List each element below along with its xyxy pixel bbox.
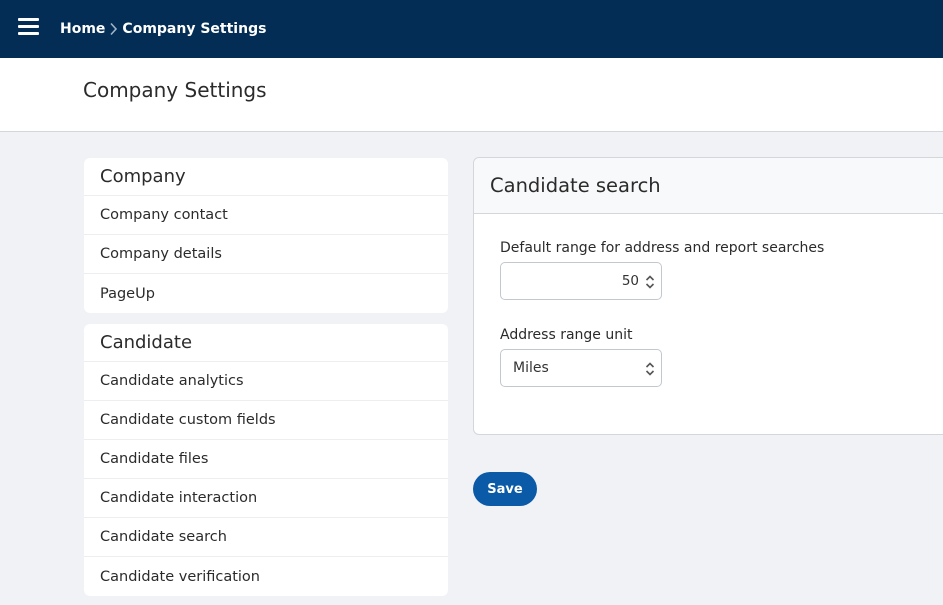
sidebar-item-candidate-interaction[interactable]: Candidate interaction [84,479,448,518]
sidebar-item-pageup[interactable]: PageUp [84,274,448,313]
default-range-label: Default range for address and report sea… [500,240,825,256]
save-button[interactable]: Save [473,472,537,506]
page-header: Company Settings [0,58,943,132]
default-range-value: 50 [621,273,639,289]
select-updown-icon [645,362,655,376]
sidebar-item-company-details[interactable]: Company details [84,235,448,274]
sidebar-heading: Candidate [84,324,448,362]
spinner-updown-icon[interactable] [645,274,655,290]
sidebar-item-candidate-search[interactable]: Candidate search [84,518,448,557]
range-unit-value: Miles [513,360,549,376]
sidebar-item-candidate-custom-fields[interactable]: Candidate custom fields [84,401,448,440]
candidate-search-panel: Candidate search Default range for addre… [473,157,943,435]
panel-title: Candidate search [474,158,943,214]
sidebar-heading: Company [84,158,448,196]
range-unit-select[interactable]: Miles [500,349,662,387]
sidebar-section-candidate: Candidate Candidate analytics Candidate … [84,324,448,596]
sidebar-item-candidate-analytics[interactable]: Candidate analytics [84,362,448,401]
chevron-right-icon [109,22,118,36]
sidebar-section-company: Company Company contact Company details … [84,158,448,313]
breadcrumb-current: Company Settings [122,21,267,37]
breadcrumb: Home Company Settings [60,19,266,39]
top-bar: Home Company Settings [0,0,943,58]
breadcrumb-home-link[interactable]: Home [60,21,105,37]
sidebar-item-candidate-files[interactable]: Candidate files [84,440,448,479]
range-unit-label: Address range unit [500,327,633,343]
hamburger-menu-icon[interactable] [18,18,39,36]
sidebar-item-company-contact[interactable]: Company contact [84,196,448,235]
sidebar-item-candidate-verification[interactable]: Candidate verification [84,557,448,596]
page-title: Company Settings [83,78,267,102]
default-range-input[interactable]: 50 [500,262,662,300]
